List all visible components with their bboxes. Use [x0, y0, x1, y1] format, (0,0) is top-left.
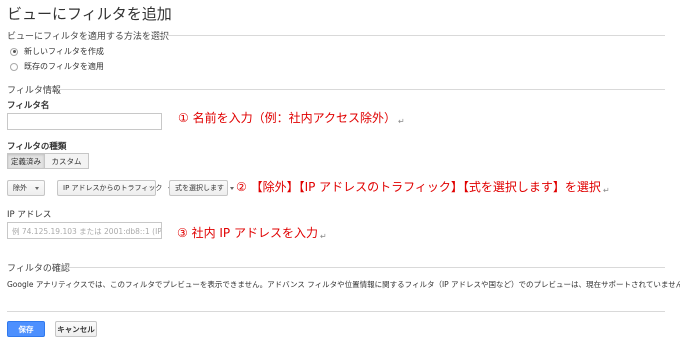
exclude-dropdown[interactable]: 除外: [7, 180, 45, 196]
return-mark-icon: ↵: [319, 232, 327, 241]
tab-custom[interactable]: カスタム: [45, 153, 89, 169]
return-mark-icon: ↵: [397, 117, 405, 126]
filter-type-label: フィルタの種類: [7, 142, 67, 152]
annotation-step1: ① 名前を入力（例：社内アクセス除外） ↵: [178, 109, 405, 126]
verify-divider: [66, 267, 665, 268]
ip-address-label: IP アドレス: [7, 210, 52, 220]
traffic-source-dropdown[interactable]: IP アドレスからのトラフィック: [57, 180, 173, 196]
filter-info-heading: フィルタ情報: [7, 86, 61, 96]
radio-existing-filter[interactable]: 既存のフィルタを適用: [10, 61, 104, 72]
radio-new-filter-label: 新しいフィルタを作成: [24, 47, 104, 56]
radio-new-filter-icon[interactable]: [10, 47, 18, 56]
annotation-step1-text: ① 名前を入力（例：社内アクセス除外）: [178, 111, 396, 125]
traffic-source-dropdown-value: IP アドレスからのトラフィック: [63, 184, 163, 192]
verify-heading: フィルタの確認: [7, 264, 70, 274]
page-title: ビューにフィルタを追加: [7, 5, 172, 23]
radio-new-filter[interactable]: 新しいフィルタを作成: [10, 46, 104, 57]
save-button[interactable]: 保存: [7, 321, 45, 337]
expression-dropdown-value: 式を選択します: [175, 184, 224, 192]
ip-address-input[interactable]: 例 74.125.19.103 または 2001:db8::1 (IPv6): [7, 222, 162, 239]
chevron-down-icon: [230, 186, 234, 190]
tab-predefined[interactable]: 定義済み: [7, 153, 45, 169]
radio-existing-filter-icon[interactable]: [10, 62, 18, 71]
filter-info-divider: [58, 89, 665, 90]
ip-address-placeholder: 例 74.125.19.103 または 2001:db8::1 (IPv6): [12, 227, 162, 236]
footer-divider: [7, 311, 665, 312]
chevron-down-icon: [35, 186, 39, 190]
radio-existing-filter-label: 既存のフィルタを適用: [24, 62, 104, 71]
annotation-step2: ② 【除外】【IP アドレスのトラフィック】【式を選択します】を選択 ↵: [236, 178, 610, 195]
expression-dropdown[interactable]: 式を選択します: [169, 180, 234, 196]
filter-name-label: フィルタ名: [7, 101, 50, 111]
preview-unavailable-message: Google アナリティクスでは、このフィルタでプレビューを表示できません。アド…: [7, 280, 680, 289]
method-heading: ビューにフィルタを適用する方法を選択: [7, 32, 169, 42]
annotation-step2-text: ② 【除外】【IP アドレスのトラフィック】【式を選択します】を選択: [236, 180, 601, 194]
exclude-dropdown-value: 除外: [13, 184, 27, 192]
annotation-step3-text: ③ 社内 IP アドレスを入力: [177, 226, 318, 240]
filter-type-tabs: 定義済み カスタム: [7, 153, 89, 169]
filter-name-input[interactable]: [7, 113, 162, 130]
method-divider: [155, 35, 665, 36]
return-mark-icon: ↵: [602, 186, 610, 195]
cancel-button[interactable]: キャンセル: [55, 321, 97, 337]
annotation-step3: ③ 社内 IP アドレスを入力 ↵: [177, 224, 327, 241]
